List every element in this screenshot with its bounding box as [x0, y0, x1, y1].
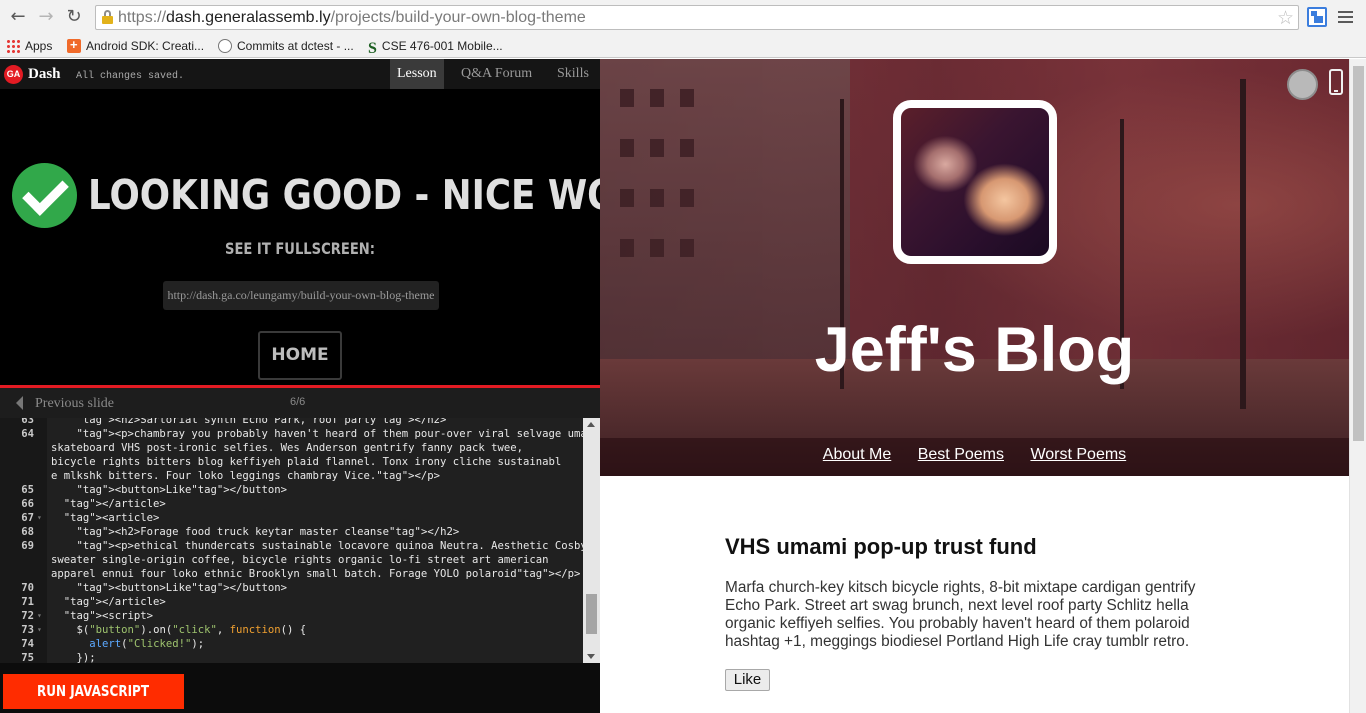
page-scrollbar[interactable] — [1349, 59, 1366, 713]
scroll-down-icon[interactable] — [587, 654, 595, 659]
code-text: "tag"></article> — [63, 596, 166, 608]
url-text: https://dash.generalassemb.ly/projects/b… — [118, 9, 586, 26]
page-scroll-thumb[interactable] — [1353, 66, 1364, 441]
nav-worst-poems[interactable]: Worst Poems — [1030, 446, 1126, 464]
address-bar[interactable]: https://dash.generalassemb.ly/projects/b… — [95, 5, 1299, 30]
line-number: 65 — [21, 484, 34, 496]
run-bar: RUN JAVASCRIPT — [0, 663, 600, 713]
dash-pane: GA Dash All changes saved. Lesson Q&A Fo… — [0, 59, 689, 713]
code-text: "tag"><button>Like"tag"></button> — [76, 484, 287, 496]
like-button[interactable]: Like — [725, 669, 770, 691]
line-number: 67 — [21, 512, 34, 524]
line-number: 66 — [21, 498, 34, 510]
tab-lesson[interactable]: Lesson — [390, 59, 444, 89]
line-number: 64 — [21, 428, 34, 440]
success-panel: LOOKING GOOD - NICE WORK! SEE IT FULLSCR… — [0, 89, 689, 385]
code-text: alert("Clicked!"); — [89, 638, 205, 650]
avatar — [893, 100, 1057, 264]
post-body: Marfa church-key kitsch bicycle rights, … — [725, 579, 1196, 650]
line-number: 70 — [21, 582, 34, 594]
slide-counter: 6/6 — [290, 396, 306, 408]
line-number: 63 — [21, 418, 34, 426]
code-text: bicycle rights bitters blog keffiyeh pla… — [51, 456, 562, 468]
line-number: 73 — [21, 624, 34, 636]
code-text: "tag"></article> — [63, 498, 166, 510]
nav-best-poems[interactable]: Best Poems — [918, 446, 1004, 464]
code-text: "tag"><article> — [63, 512, 160, 524]
code-text: apparel ennui four loko ethnic Brooklyn … — [51, 568, 581, 580]
code-text: $("button").on("click", function() { — [51, 624, 307, 636]
tab-qa-forum[interactable]: Q&A Forum — [454, 59, 539, 89]
msu-icon: S — [368, 40, 377, 57]
previous-slide-link[interactable]: Previous slide — [35, 396, 114, 412]
code-editor[interactable]: 63 "tag"><h2>Sartorial synth Echo Park, … — [0, 418, 600, 663]
dash-header: GA Dash All changes saved. Lesson Q&A Fo… — [0, 59, 600, 89]
success-headline: LOOKING GOOD - NICE WORK! — [88, 171, 689, 219]
fullscreen-label: SEE IT FULLSCREEN: — [224, 239, 376, 258]
code-text: "tag"><script> — [63, 610, 154, 622]
run-javascript-button[interactable]: RUN JAVASCRIPT — [3, 674, 184, 709]
bookmark-star-icon[interactable]: ☆ — [1277, 7, 1294, 29]
extension-icon[interactable] — [1307, 7, 1327, 27]
circle-toggle-button[interactable] — [1287, 69, 1318, 100]
fold-icon[interactable]: ▾ — [37, 511, 42, 525]
bookmark-cse476[interactable]: S CSE 476-001 Mobile... — [368, 37, 503, 57]
fold-icon[interactable]: ▾ — [37, 623, 42, 637]
hero-background: Jeff's Blog About Me Best Poems Worst Po… — [600, 59, 1349, 476]
editor-scrollbar[interactable] — [583, 418, 600, 663]
preview-controls — [1287, 69, 1343, 100]
forward-icon[interactable]: → — [35, 6, 57, 28]
code-text: }); — [51, 652, 96, 663]
code-text: "tag"><button>Like"tag"></button> — [76, 582, 287, 594]
code-text: sweater single-origin coffee, bicycle ri… — [51, 554, 549, 566]
post-title: VHS umami pop-up trust fund — [725, 534, 1037, 559]
back-icon[interactable]: ← — [7, 6, 29, 28]
bookmark-commits[interactable]: Commits at dctest - ... — [218, 37, 354, 55]
tab-skills[interactable]: Skills — [550, 59, 596, 89]
fold-icon[interactable]: ▾ — [37, 609, 42, 623]
blog-preview: Jeff's Blog About Me Best Poems Worst Po… — [600, 59, 1349, 713]
ga-logo[interactable]: GA — [4, 65, 23, 84]
menu-icon[interactable] — [1337, 8, 1355, 26]
android-icon — [67, 36, 81, 54]
code-text: "tag"><p>chambray you probably haven't h… — [76, 428, 600, 440]
line-number: 75 — [21, 652, 34, 663]
code-text: "tag"><h2>Sartorial synth Echo Park, roo… — [76, 418, 447, 426]
phone-icon[interactable] — [1329, 69, 1343, 95]
line-number: 68 — [21, 526, 34, 538]
scroll-thumb[interactable] — [586, 594, 597, 634]
line-number: 72 — [21, 610, 34, 622]
blog-nav: About Me Best Poems Worst Poems — [600, 438, 1349, 476]
reload-icon[interactable]: ↻ — [63, 6, 85, 28]
bookmarks-bar: Apps Android SDK: Creati... Commits at d… — [0, 34, 1366, 58]
line-number: 71 — [21, 596, 34, 608]
save-status: All changes saved. — [76, 71, 185, 82]
blog-title: Jeff's Blog — [814, 315, 1135, 385]
scroll-up-icon[interactable] — [587, 422, 595, 427]
bookmark-apps[interactable]: Apps — [6, 37, 52, 55]
bookmark-android-sdk[interactable]: Android SDK: Creati... — [67, 36, 204, 55]
code-text: skateboard VHS post-ironic selfies. Wes … — [51, 442, 523, 454]
line-number: 74 — [21, 638, 34, 650]
nav-about-me[interactable]: About Me — [823, 446, 891, 464]
code-text: "tag"><h2>Forage food truck keytar maste… — [76, 526, 460, 538]
github-icon — [218, 39, 232, 53]
lock-icon — [102, 10, 113, 24]
browser-toolbar: ← → ↻ https://dash.generalassemb.ly/proj… — [0, 0, 1366, 34]
apps-icon — [6, 39, 20, 53]
code-text: "tag"><p>ethical thundercats sustainable… — [76, 540, 587, 552]
code-text: e mlkshk bitters. Four loko leggings cha… — [51, 470, 441, 482]
line-number: 69 — [21, 540, 34, 552]
chevron-left-icon[interactable] — [16, 396, 23, 410]
dash-title[interactable]: Dash — [28, 66, 61, 83]
checkmark-icon — [12, 163, 77, 228]
share-url[interactable]: http://dash.ga.co/leungamy/build-your-ow… — [163, 281, 439, 310]
home-button[interactable]: HOME — [258, 331, 342, 380]
slide-nav: Previous slide 6/6 — [0, 388, 600, 418]
